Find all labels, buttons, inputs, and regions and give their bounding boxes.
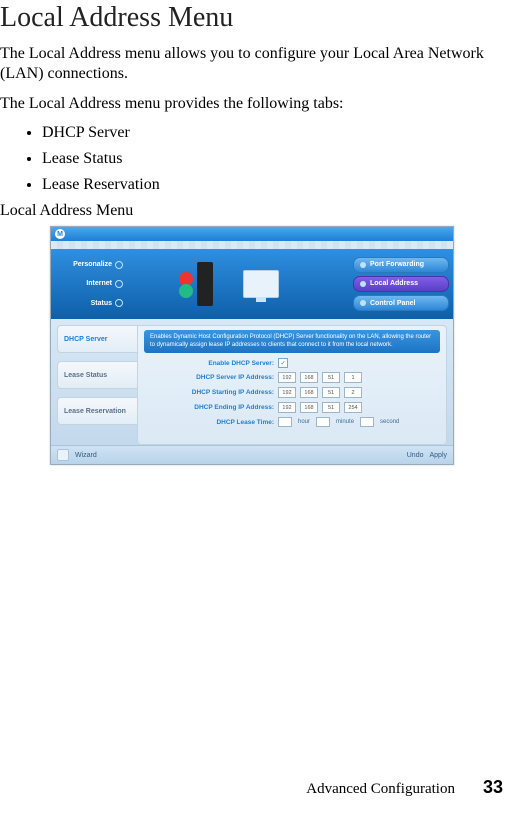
main-nav: Personalize Internet Status (51, 249, 453, 319)
footer-section: Advanced Configuration (306, 781, 455, 798)
router-tower-icon (197, 262, 213, 306)
ip-octet-input[interactable]: 51 (322, 372, 340, 383)
tab-lease-status[interactable]: Lease Status (57, 361, 137, 389)
footer-toolbar: Wizard Undo Apply (51, 445, 453, 464)
undo-button[interactable]: Undo (407, 452, 424, 459)
bullet-icon (115, 261, 123, 269)
nav-item-status[interactable]: Status (55, 299, 123, 307)
nav-graphic (127, 249, 349, 319)
label-lease-time: DHCP Lease Time: (144, 419, 274, 426)
ip-octet-input[interactable]: 192 (278, 387, 296, 398)
nav-right-column: Port Forwarding Local Address Control Pa… (349, 249, 453, 319)
nav-button-label: Port Forwarding (370, 261, 424, 268)
row-server-ip: DHCP Server IP Address: 192 168 51 1 (144, 372, 440, 383)
ip-octet-input[interactable]: 192 (278, 402, 296, 413)
nav-item-personalize[interactable]: Personalize (55, 261, 123, 269)
content-area: DHCP Server Lease Status Lease Reservati… (51, 319, 453, 445)
decorative-strip (51, 241, 453, 249)
monitor-icon (243, 270, 279, 298)
tab-dhcp-server[interactable]: DHCP Server (57, 325, 137, 353)
row-enable-dhcp: Enable DHCP Server: ✓ (144, 358, 440, 368)
ip-octet-input[interactable]: 2 (344, 387, 362, 398)
ip-octet-input[interactable]: 51 (322, 387, 340, 398)
nav-item-label: Personalize (73, 261, 112, 268)
page-footer: Advanced Configuration 33 (306, 777, 503, 798)
ip-octet-input[interactable]: 168 (300, 402, 318, 413)
list-item: Lease Reservation (42, 176, 503, 194)
nav-button-control-panel[interactable]: Control Panel (353, 295, 449, 311)
checkbox-enable-dhcp[interactable]: ✓ (278, 358, 288, 368)
ip-octet-input[interactable]: 192 (278, 372, 296, 383)
lease-hour-input[interactable] (278, 417, 292, 427)
dhcp-panel: Enables Dynamic Host Configuration Proto… (137, 325, 447, 445)
nav-button-label: Control Panel (370, 300, 416, 307)
bullet-icon (115, 299, 123, 307)
nav-item-label: Internet (86, 280, 112, 287)
tabs-intro: The Local Address menu provides the foll… (0, 94, 503, 114)
page-number: 33 (483, 777, 503, 798)
nav-button-local-address[interactable]: Local Address (353, 276, 449, 292)
ip-octet-input[interactable]: 51 (322, 402, 340, 413)
label-start-ip: DHCP Starting IP Address: (144, 389, 274, 396)
row-lease-time: DHCP Lease Time: hour minute second (144, 417, 440, 427)
page-title: Local Address Menu (0, 2, 503, 34)
nav-left-column: Personalize Internet Status (51, 249, 127, 319)
bullet-icon (360, 262, 366, 268)
side-tabs: DHCP Server Lease Status Lease Reservati… (57, 325, 137, 445)
tabs-list: DHCP Server Lease Status Lease Reservati… (0, 124, 503, 194)
list-item: Lease Status (42, 150, 503, 168)
apply-button[interactable]: Apply (429, 452, 447, 459)
unit-hour: hour (298, 419, 310, 425)
ip-octet-input[interactable]: 1 (344, 372, 362, 383)
label-enable-dhcp: Enable DHCP Server: (144, 360, 274, 367)
lease-minute-input[interactable] (316, 417, 330, 427)
motorola-logo-icon: M (55, 229, 65, 239)
ip-octet-input[interactable]: 254 (344, 402, 362, 413)
lease-second-input[interactable] (360, 417, 374, 427)
bullet-icon (360, 300, 366, 306)
router-screenshot: M Personalize Internet Status (50, 226, 454, 465)
figure-caption: Local Address Menu (0, 202, 503, 220)
label-server-ip: DHCP Server IP Address: (144, 374, 274, 381)
unit-second: second (380, 419, 399, 425)
window-titlebar: M (51, 227, 453, 241)
nav-item-label: Status (91, 300, 112, 307)
ip-octet-input[interactable]: 168 (300, 372, 318, 383)
ip-octet-input[interactable]: 168 (300, 387, 318, 398)
wizard-button[interactable]: Wizard (75, 452, 97, 459)
bullet-icon (360, 281, 366, 287)
intro-paragraph: The Local Address menu allows you to con… (0, 44, 503, 84)
decorative-balls-icon (179, 272, 193, 296)
nav-button-port-forwarding[interactable]: Port Forwarding (353, 257, 449, 273)
list-item: DHCP Server (42, 124, 503, 142)
row-start-ip: DHCP Starting IP Address: 192 168 51 2 (144, 387, 440, 398)
nav-item-internet[interactable]: Internet (55, 280, 123, 288)
label-end-ip: DHCP Ending IP Address: (144, 404, 274, 411)
bullet-icon (115, 280, 123, 288)
panel-description: Enables Dynamic Host Configuration Proto… (144, 330, 440, 353)
wizard-icon[interactable] (57, 449, 69, 461)
tab-lease-reservation[interactable]: Lease Reservation (57, 397, 137, 425)
row-end-ip: DHCP Ending IP Address: 192 168 51 254 (144, 402, 440, 413)
nav-button-label: Local Address (370, 280, 418, 287)
unit-minute: minute (336, 419, 354, 425)
